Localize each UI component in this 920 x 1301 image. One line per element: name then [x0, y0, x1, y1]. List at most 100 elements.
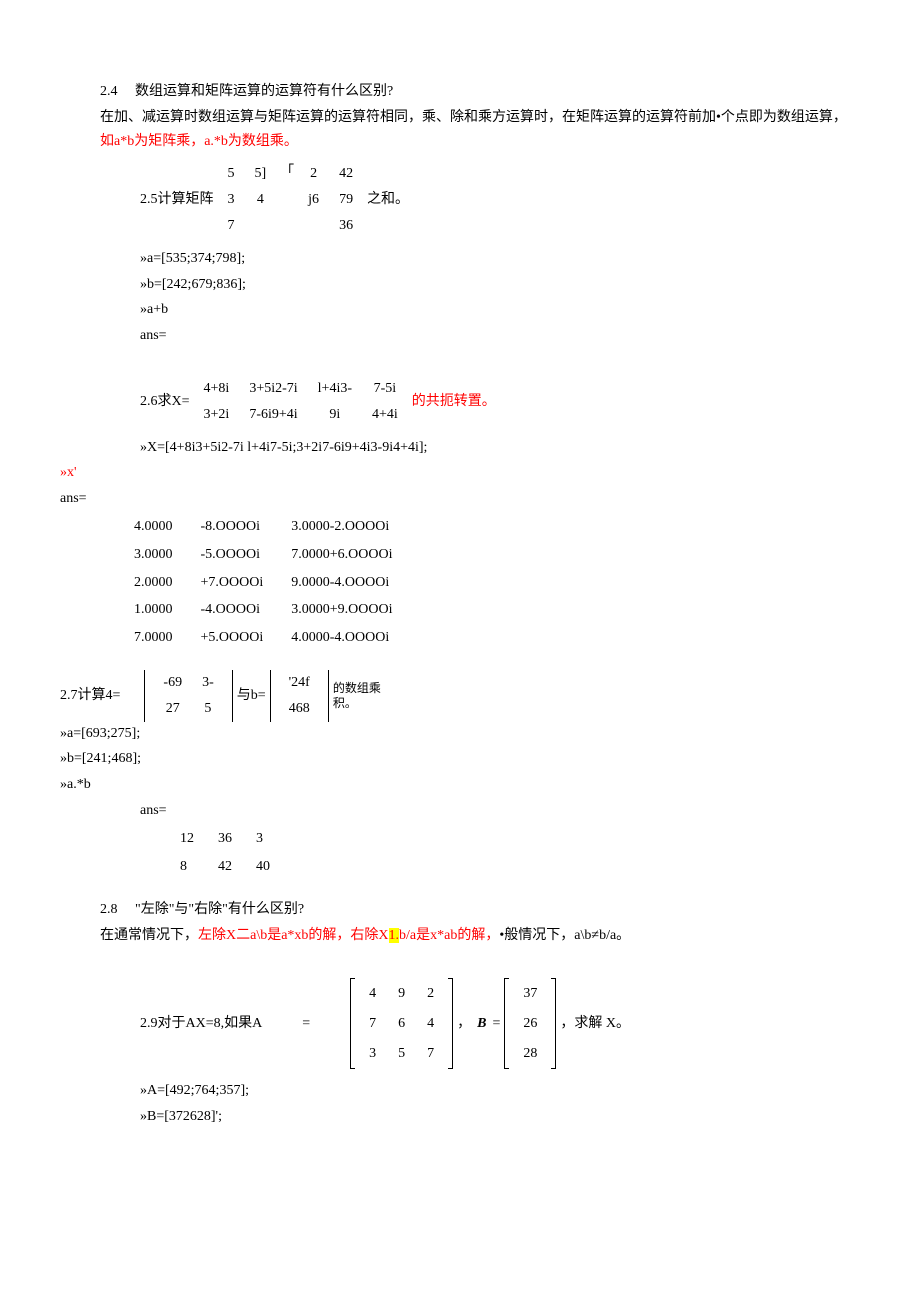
q25-code-3: »a+b — [140, 298, 860, 322]
cell: 7.0000 — [120, 624, 187, 652]
cell: -8.OOOOi — [187, 513, 278, 541]
q29-eq2: = — [492, 1012, 500, 1036]
cell: 2.0000 — [120, 569, 187, 597]
cell: 3+5i2-7i — [239, 376, 307, 402]
cell: -5.OOOOi — [187, 541, 278, 569]
cell: 7.0000+6.OOOOi — [277, 541, 406, 569]
q27-code-3: »a.*b — [60, 773, 860, 797]
cell: 5 — [388, 1040, 415, 1068]
q27-label-post: 的数组乘 积。 — [333, 681, 381, 710]
q29-post: ，求解 X。 — [560, 1012, 630, 1036]
q24-title: 2.4 数组运算和矩阵运算的运算符有什么区别? — [100, 80, 860, 104]
cell: 3.0000-2.OOOOi — [277, 513, 406, 541]
q26-xprime: »x' — [60, 461, 860, 485]
cell: 5 — [218, 161, 245, 187]
cell: l+4i3- — [308, 376, 362, 402]
cell: 5] — [245, 161, 277, 187]
q28-red1: 左除X二a\b是a*xb的解，右除X — [198, 928, 389, 943]
q29-code-2: »B=[372628]'; — [140, 1105, 860, 1129]
q25-label-post: 之和。 — [367, 188, 409, 212]
cell: 4+8i — [194, 376, 240, 402]
q29-statement: 2.9对于AX=8,如果A = 492 764 357 ， B = 37 26 … — [140, 978, 860, 1069]
cell: '24f — [279, 670, 320, 696]
q27-matrix-b: '24f 468 — [279, 670, 320, 722]
q26-ans-label: ans= — [60, 487, 860, 511]
q28-answer: 在通常情况下，左除X二a\b是a*xb的解，右除X1.b/a是x*ab的解，•般… — [100, 924, 860, 948]
cell: 9.0000-4.OOOOi — [277, 569, 406, 597]
q27-ans-table: 12363 84240 — [180, 825, 294, 881]
cell: 79 — [329, 187, 363, 213]
q27-label-pre: 2.7计算4= — [60, 684, 120, 708]
cell — [245, 213, 277, 239]
q29-comma: ， — [457, 1012, 471, 1036]
q24-answer-pre: 在加、减运算时数组运算与矩阵运算的运算符相同，乘、除和乘方运算时，在矩阵运算的运… — [100, 110, 847, 125]
q26-ans-table: 4.0000-8.OOOOi3.0000-2.OOOOi 3.0000-5.OO… — [120, 513, 406, 652]
q24-answer-red: 如a*b为矩阵乘，a.*b为数组乘。 — [100, 134, 298, 149]
cell: 7 — [218, 213, 245, 239]
cell: 2 — [298, 161, 329, 187]
q25-matrix-2: 242 j679 36 — [298, 161, 363, 238]
cell: +5.OOOOi — [187, 624, 278, 652]
cell: 4+4i — [362, 402, 408, 428]
cell: 6 — [388, 1010, 415, 1038]
cell: 36 — [218, 825, 256, 853]
q26-statement: 2.6求X= 4+8i 3+5i2-7i l+4i3- 7-5i 3+2i 7-… — [140, 376, 860, 428]
cell: 3+2i — [194, 402, 240, 428]
cell: j6 — [298, 187, 329, 213]
cell: 8 — [180, 853, 218, 881]
cell: 4.0000-4.OOOOi — [277, 624, 406, 652]
cell: 3- — [192, 670, 224, 696]
cell: +7.OOOOi — [187, 569, 278, 597]
q25-label-pre: 2.5计算矩阵 — [140, 188, 214, 212]
cell: 7-6i9+4i — [239, 402, 307, 428]
cell: 3 — [256, 825, 294, 853]
q25-matrix-1: 55] 34 7 — [218, 161, 277, 238]
cell: 5 — [192, 696, 224, 722]
cell: 7 — [417, 1040, 444, 1068]
q25-statement: 2.5计算矩阵 55] 34 7 「 242 j679 36 之和。 — [140, 161, 860, 238]
q24-answer: 在加、减运算时数组运算与矩阵运算的运算符相同，乘、除和乘方运算时，在矩阵运算的运… — [100, 106, 860, 154]
q25-code-2: »b=[242;679;836]; — [140, 273, 860, 297]
cell: -4.OOOOi — [187, 596, 278, 624]
q27-ans-label: ans= — [140, 799, 860, 823]
q26-matrix: 4+8i 3+5i2-7i l+4i3- 7-5i 3+2i 7-6i9+4i … — [194, 376, 408, 428]
q28-title: 2.8 "左除"与"右除"有什么区别? — [100, 898, 860, 922]
cell: 1.0000 — [120, 596, 187, 624]
cell: 42 — [329, 161, 363, 187]
cell: -69 — [153, 670, 192, 696]
q29-b-label: B — [477, 1012, 486, 1036]
cell: 36 — [329, 213, 363, 239]
q28-red2: b/a是x*ab的解， — [399, 928, 499, 943]
cell: 12 — [180, 825, 218, 853]
cell: 26 — [513, 1010, 547, 1038]
q28-post: •般情况下，a\b≠b/a。 — [499, 928, 630, 943]
cell: 3 — [218, 187, 245, 213]
cell — [298, 213, 329, 239]
cell: 4 — [417, 1010, 444, 1038]
cell: 3.0000+9.OOOOi — [277, 596, 406, 624]
q25-code-1: »a=[535;374;798]; — [140, 247, 860, 271]
q27-code-2: »b=[241;468]; — [60, 747, 860, 771]
q27-mid: 与b= — [237, 684, 266, 708]
q27-code-1: »a=[693;275]; — [60, 722, 860, 746]
cell: 9 — [388, 980, 415, 1008]
cell: 9i — [308, 402, 362, 428]
cell: 4 — [245, 187, 277, 213]
cell: 28 — [513, 1040, 547, 1068]
q29-label-pre: 2.9对于AX=8,如果A — [140, 1012, 262, 1036]
cell: 42 — [218, 853, 256, 881]
cell: 3.0000 — [120, 541, 187, 569]
cell: 468 — [279, 696, 320, 722]
cell: 3 — [359, 1040, 386, 1068]
q25-bracket: 「 — [280, 161, 294, 185]
q29-matrix-a: 492 764 357 — [357, 978, 446, 1069]
cell: 27 — [153, 696, 192, 722]
cell: 40 — [256, 853, 294, 881]
q29-matrix-b: 37 26 28 — [511, 978, 549, 1069]
cell: 7-5i — [362, 376, 408, 402]
q28-pre: 在通常情况下， — [100, 928, 198, 943]
cell: 2 — [417, 980, 444, 1008]
cell: 4.0000 — [120, 513, 187, 541]
cell: 37 — [513, 980, 547, 1008]
q29-eq: = — [302, 1012, 310, 1036]
